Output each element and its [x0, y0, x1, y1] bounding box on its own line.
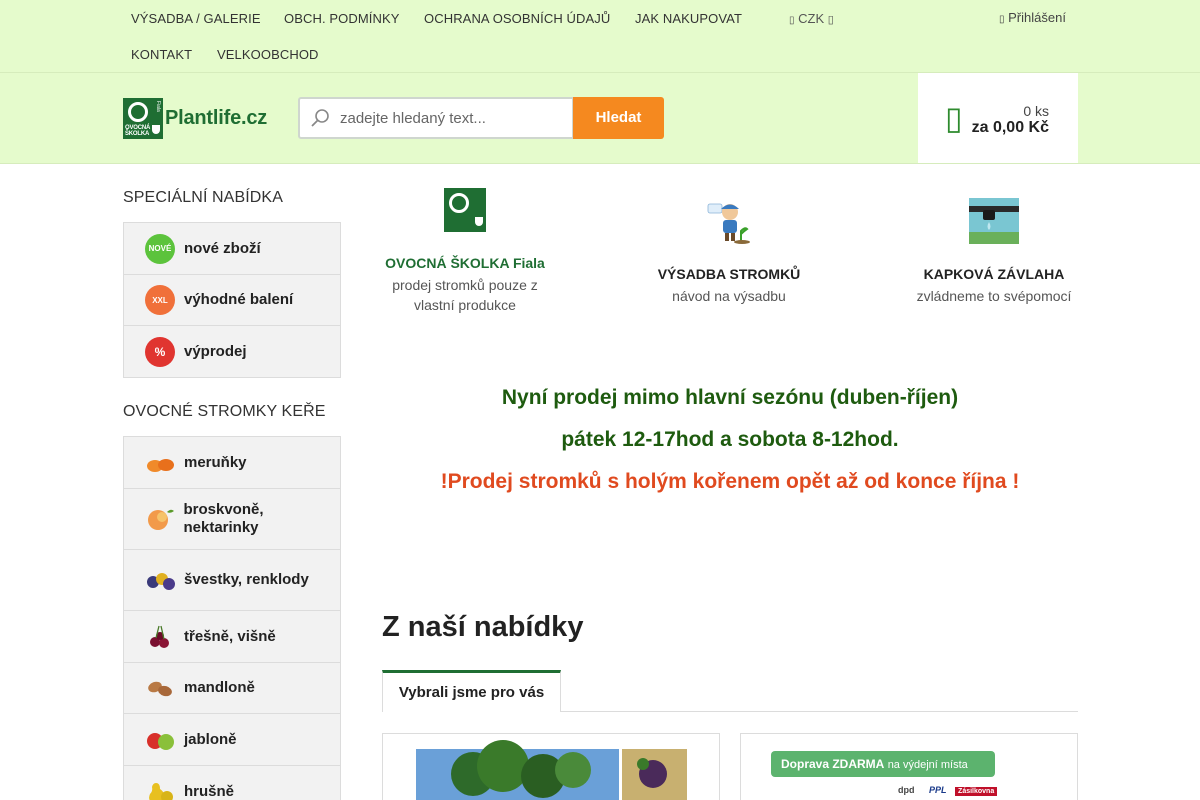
- cherry-icon: [150, 625, 169, 648]
- gardener-icon: [707, 203, 750, 244]
- feature-vysadba[interactable]: VÝSADBA STROMKŮ návod na výsadbu: [640, 198, 818, 306]
- nav-link-velkoobchod[interactable]: VELKOOBCHOD: [217, 47, 319, 62]
- sidebar-item-label: broskvoně, nektarinky: [183, 501, 264, 536]
- search-box: [298, 97, 574, 139]
- feature-title: OVOCNÁ ŠKOLKA Fiala: [385, 255, 545, 271]
- currency-selector[interactable]: ▯ CZK ▯: [789, 11, 834, 26]
- product-card[interactable]: [382, 733, 720, 800]
- announcement-hours: pátek 12-17hod a sobota 8-12hod.: [561, 428, 899, 451]
- sidebar-item-label: nové zboží: [184, 239, 261, 257]
- dpd-icon: dpd: [898, 785, 915, 795]
- drip-irrigation-icon: [969, 198, 1019, 244]
- fruit-trees-heading: OVOCNÉ STROMKY KEŘE: [123, 403, 326, 420]
- carrier-logos: dpd PPL Zásilkovna: [898, 785, 998, 796]
- sidebar-item-mandlone[interactable]: mandloně: [124, 663, 340, 714]
- sidebar-item-label: meruňky: [184, 453, 247, 471]
- sidebar-item-label: švestky, renklody: [184, 571, 309, 588]
- cart-widget[interactable]: ▯ 0 ks za 0,00 Kč: [918, 73, 1078, 163]
- currency-icon: ▯: [789, 15, 795, 26]
- peach-icon: [148, 509, 174, 530]
- cart-price: za 0,00 Kč: [971, 119, 1049, 136]
- nav-link-ochrana-udaju[interactable]: OCHRANA OSOBNÍCH ÚDAJŮ: [424, 11, 610, 26]
- sidebar-item-label: výhodné balení: [184, 291, 294, 308]
- ppl-icon: PPL: [929, 785, 947, 795]
- sidebar-item-hrusne[interactable]: hrušně: [124, 766, 340, 800]
- product-card[interactable]: Doprava ZDARMA na výdejní místa dpd PPL …: [740, 733, 1078, 800]
- pear-icon: [149, 783, 173, 800]
- top-navigation: VÝSADBA / GALERIE OBCH. PODMÍNKY OCHRANA…: [0, 0, 1200, 73]
- sidebar-item-broskvone[interactable]: broskvoně, nektarinky: [124, 489, 340, 550]
- chevron-down-icon: ▯: [827, 14, 834, 26]
- sidebar-item-jablone[interactable]: jabloně: [124, 714, 340, 766]
- nav-link-vysadba-galerie[interactable]: VÝSADBA / GALERIE: [131, 11, 261, 26]
- free-shipping-banner: Doprava ZDARMA na výdejní místa: [771, 751, 995, 777]
- site-logo[interactable]: OVOCNÁ ŠKOLKA Fiala Plantlife.cz: [123, 97, 267, 139]
- sidebar-item-nove-zbozi[interactable]: NOVÉ nové zboží: [124, 223, 340, 275]
- sidebar-item-vyhodne-baleni[interactable]: XXL výhodné balení: [124, 275, 340, 326]
- apple-icon: [147, 732, 174, 750]
- nav-link-jak-nakupovat[interactable]: JAK NAKUPOVAT: [635, 11, 742, 26]
- logo-text: Plantlife.cz: [165, 106, 268, 129]
- product-image: [416, 740, 687, 800]
- almond-icon: [148, 681, 172, 697]
- special-offer-list: NOVÉ nové zboží XXL výhodné balení % výp…: [123, 222, 341, 378]
- nav-link-obchodni-podminky[interactable]: OBCH. PODMÍNKY: [284, 11, 400, 26]
- search-button[interactable]: Hledat: [573, 97, 664, 139]
- sidebar-item-merunky[interactable]: meruňky: [124, 437, 340, 489]
- nav-link-kontakt[interactable]: KONTAKT: [131, 47, 192, 62]
- offers-heading: Z naší nabídky: [382, 611, 584, 643]
- zasilkovna-icon: Zásilkovna: [955, 787, 998, 796]
- cart-icon: ▯: [945, 100, 963, 136]
- feature-subtitle: zvládneme to svépomocí: [916, 288, 1072, 304]
- announcement-warning: !Prodej stromků s holým kořenem opět až …: [440, 470, 1020, 493]
- login-label: Přihlášení: [1008, 10, 1066, 25]
- feature-title: VÝSADBA STROMKŮ: [657, 266, 801, 282]
- sidebar-item-label: jabloně: [184, 730, 237, 748]
- plum-icon: [147, 573, 175, 590]
- sidebar-item-label: třešně, višně: [184, 627, 276, 645]
- new-badge-icon: NOVÉ: [145, 233, 175, 264]
- feature-title: KAPKOVÁ ZÁVLAHA: [923, 266, 1065, 282]
- currency-label: CZK: [798, 11, 825, 26]
- search-input[interactable]: [340, 99, 570, 137]
- sidebar-item-svestky[interactable]: švestky, renklody: [124, 550, 340, 611]
- special-offer-heading: SPECIÁLNÍ NABÍDKA: [123, 189, 283, 206]
- feature-skolka[interactable]: OVOCNÁ ŠKOLKA Fiala prodej stromků pouze…: [382, 188, 548, 315]
- feature-subtitle: prodej stromků pouze z vlastní produkce: [392, 277, 538, 313]
- feature-zavlaha[interactable]: KAPKOVÁ ZÁVLAHA zvládneme to svépomocí: [905, 198, 1083, 306]
- tab-vybrali-jsme[interactable]: Vybrali jsme pro vás: [382, 670, 561, 712]
- sale-badge-icon: %: [145, 336, 175, 367]
- site-header: OVOCNÁŠKOLKA Fiala Plantlife.cz Hledat ▯…: [0, 73, 1200, 164]
- user-icon: ▯: [999, 14, 1005, 25]
- sidebar-item-tresne[interactable]: třešně, višně: [124, 611, 340, 663]
- logo-badge-icon: OVOCNÁ ŠKOLKA Fiala: [123, 97, 163, 139]
- announcement-season: Nyní prodej mimo hlavní sezónu (duben-ří…: [501, 386, 959, 409]
- logo-badge-icon: [444, 188, 486, 232]
- sidebar-item-label: hrušně: [184, 783, 235, 800]
- search-icon: [311, 109, 329, 127]
- sidebar-item-label: výprodej: [184, 342, 247, 360]
- cart-quantity: 0 ks: [1023, 103, 1049, 119]
- sidebar-item-label: mandloně: [184, 679, 255, 696]
- xxl-badge-icon: XXL: [145, 285, 175, 315]
- feature-subtitle: návod na výsadbu: [672, 288, 786, 304]
- apricot-icon: [147, 458, 174, 472]
- fruit-trees-list: meruňky broskvoně, nektarinky švestky, r…: [123, 436, 341, 800]
- login-link[interactable]: ▯ Přihlášení: [999, 10, 1066, 25]
- sidebar-item-vyprodej[interactable]: % výprodej: [124, 326, 340, 377]
